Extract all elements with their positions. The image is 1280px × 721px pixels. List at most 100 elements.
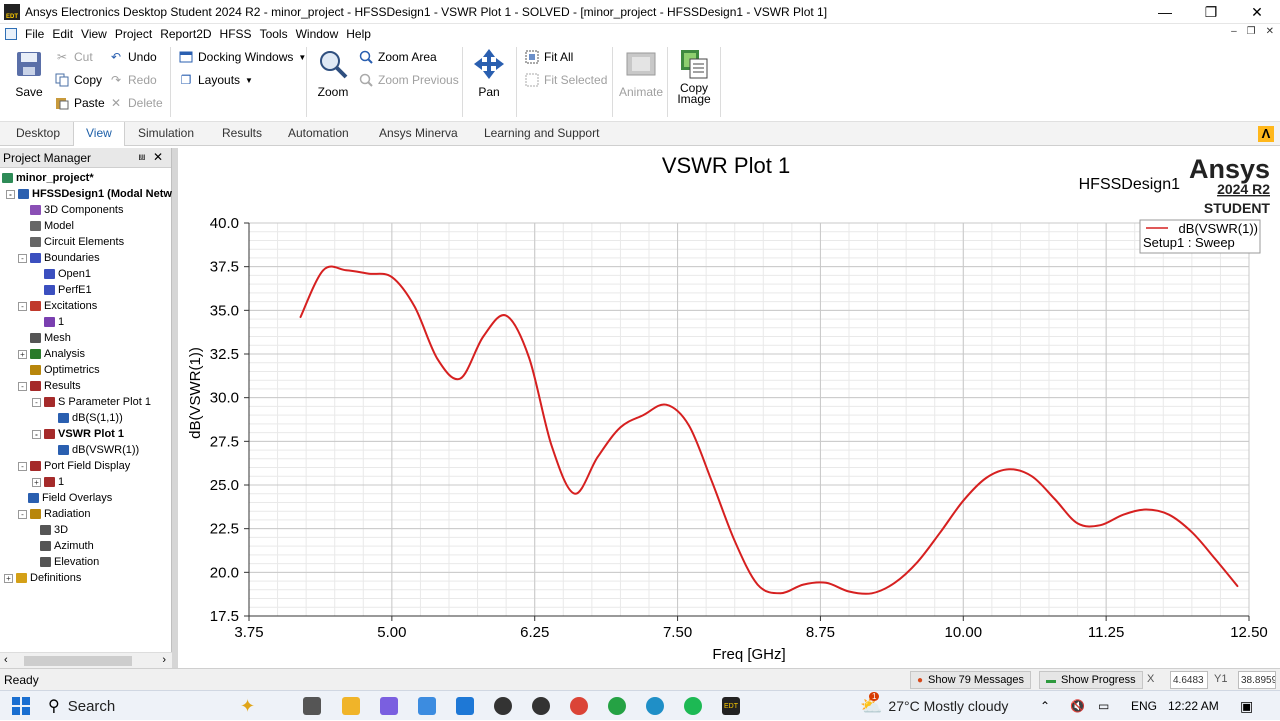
tree-node[interactable]: Open1	[44, 266, 91, 282]
menu-report2d[interactable]: Report2D	[160, 27, 211, 41]
spotify-icon[interactable]	[684, 691, 702, 721]
tree-node[interactable]: 3D	[40, 522, 68, 538]
tree-node[interactable]: + Definitions	[4, 570, 81, 586]
tree-node[interactable]: - VSWR Plot 1	[32, 426, 124, 442]
pan-button[interactable]: Pan	[470, 47, 508, 99]
paste-button[interactable]: Paste	[54, 93, 105, 113]
collapse-icon[interactable]: -	[18, 381, 27, 391]
tree-node[interactable]: minor_project*	[2, 170, 94, 186]
tab-results[interactable]: Results	[222, 126, 262, 140]
tree-node[interactable]: - HFSSDesign1 (Modal Netw	[6, 186, 172, 202]
scroll-right-icon[interactable]: ›	[162, 654, 166, 666]
menu-help[interactable]: Help	[346, 27, 371, 41]
app-icon-2[interactable]	[532, 691, 550, 721]
expand-icon[interactable]: +	[4, 573, 13, 583]
collapse-icon[interactable]: -	[18, 301, 27, 311]
notifications-icon[interactable]: ▣	[1240, 691, 1253, 721]
show-progress-button[interactable]: ▬ Show Progress	[1039, 671, 1143, 689]
zoom-button[interactable]: Zoom	[314, 47, 352, 99]
tree-node[interactable]: + Analysis	[18, 346, 85, 362]
collapse-icon[interactable]: -	[32, 429, 41, 439]
mail-icon[interactable]	[456, 691, 474, 721]
tab-desktop[interactable]: Desktop	[16, 126, 60, 140]
tree-node[interactable]: - Excitations	[18, 298, 97, 314]
scroll-thumb[interactable]	[24, 656, 132, 666]
tree-node[interactable]: +1	[32, 474, 64, 490]
chart-legend[interactable]: dB(VSWR(1)) Setup1 : Sweep	[1139, 219, 1261, 254]
fit-all-button[interactable]: Fit All	[524, 47, 573, 67]
collapse-icon[interactable]: -	[32, 397, 41, 407]
tree-node[interactable]: Model	[30, 218, 74, 234]
mdi-minimize-icon[interactable]: –	[1231, 26, 1237, 37]
tab-automation[interactable]: Automation	[288, 126, 349, 140]
horizontal-scrollbar[interactable]: ‹ ›	[0, 652, 172, 668]
tree-node[interactable]: - Results	[18, 378, 81, 394]
menu-file[interactable]: File	[25, 27, 44, 41]
start-button[interactable]	[12, 691, 30, 721]
tree-node[interactable]: - Boundaries	[18, 250, 100, 266]
tab-learning-support[interactable]: Learning and Support	[484, 126, 599, 140]
file-explorer-icon[interactable]	[342, 691, 360, 721]
tree-node[interactable]: Mesh	[30, 330, 71, 346]
app-icon-1[interactable]	[494, 691, 512, 721]
ansys-edt-taskbar-icon[interactable]: EDT	[722, 691, 740, 721]
restore-icon[interactable]: ❐	[1188, 0, 1234, 24]
zoom-area-button[interactable]: Zoom Area	[358, 47, 437, 67]
show-messages-button[interactable]: ● Show 79 Messages	[910, 671, 1032, 689]
plot-area[interactable]: VSWR Plot 1 HFSSDesign1 Ansys 2024 R2 ST…	[178, 148, 1280, 668]
store-icon[interactable]	[418, 691, 436, 721]
tree-node[interactable]: PerfE1	[44, 282, 92, 298]
chrome-icon[interactable]	[570, 691, 588, 721]
close-panel-icon[interactable]: ✕	[153, 150, 163, 164]
collapse-icon[interactable]: -	[18, 509, 27, 519]
expand-icon[interactable]: +	[18, 349, 27, 359]
collapse-icon[interactable]: -	[18, 461, 27, 471]
save-button[interactable]: Save	[10, 47, 48, 99]
expand-icon[interactable]: +	[32, 477, 41, 487]
copy-image-button[interactable]: Copy Image	[674, 47, 714, 105]
show-hidden-icons-chevron-icon[interactable]: ⌃	[1040, 691, 1050, 721]
menu-edit[interactable]: Edit	[52, 27, 73, 41]
copilot-sparkle-icon[interactable]: ✦	[240, 691, 255, 721]
tree-node[interactable]: dB(S(1,1))	[58, 410, 123, 426]
tree-node[interactable]: - S Parameter Plot 1	[32, 394, 151, 410]
cut-button[interactable]: ✂ Cut	[54, 47, 93, 67]
volume-muted-icon[interactable]: 🔇	[1070, 691, 1085, 721]
docking-windows-button[interactable]: Docking Windows ▼	[178, 47, 306, 67]
menu-window[interactable]: Window	[296, 27, 339, 41]
tree-node[interactable]: - Radiation	[18, 506, 90, 522]
tab-ansys-minerva[interactable]: Ansys Minerva	[379, 126, 458, 140]
tree-node[interactable]: dB(VSWR(1))	[58, 442, 139, 458]
fit-selected-button[interactable]: Fit Selected	[524, 70, 607, 90]
zoom-previous-button[interactable]: Zoom Previous	[358, 70, 459, 90]
tree-node[interactable]: 1	[44, 314, 64, 330]
close-icon[interactable]: ✕	[1234, 0, 1280, 24]
delete-button[interactable]: ✕ Delete	[108, 93, 163, 113]
redo-button[interactable]: ↷ Redo	[108, 70, 157, 90]
menu-hfss[interactable]: HFSS	[220, 27, 252, 41]
tab-simulation[interactable]: Simulation	[138, 126, 194, 140]
animate-button[interactable]: Animate	[618, 47, 664, 99]
menu-view[interactable]: View	[81, 27, 107, 41]
collapse-icon[interactable]: -	[6, 189, 15, 199]
edge-icon[interactable]	[646, 691, 664, 721]
task-view-icon[interactable]	[303, 691, 321, 721]
battery-icon[interactable]: ▭	[1098, 691, 1109, 721]
menu-tools[interactable]: Tools	[260, 27, 288, 41]
undo-button[interactable]: ↶ Undo	[108, 47, 157, 67]
tree-node[interactable]: 3D Components	[30, 202, 124, 218]
language-indicator[interactable]: ENG	[1131, 691, 1157, 721]
copilot-icon[interactable]	[380, 691, 398, 721]
tab-view[interactable]: View	[73, 122, 125, 146]
mdi-restore-icon[interactable]: ❐	[1247, 26, 1256, 37]
tree-node[interactable]: Elevation	[40, 554, 99, 570]
pin-icon[interactable]: ⩏	[139, 151, 145, 164]
clock[interactable]: 12:22 AM	[1168, 691, 1219, 721]
tree-node[interactable]: Field Overlays	[28, 490, 112, 506]
tree-node[interactable]: Azimuth	[40, 538, 94, 554]
minimize-icon[interactable]: —	[1142, 0, 1188, 24]
layouts-button[interactable]: ❐ Layouts ▼	[178, 70, 253, 90]
copy-button[interactable]: Copy	[54, 70, 102, 90]
tree-node[interactable]: - Port Field Display	[18, 458, 130, 474]
mdi-close-icon[interactable]: ✕	[1266, 26, 1274, 37]
